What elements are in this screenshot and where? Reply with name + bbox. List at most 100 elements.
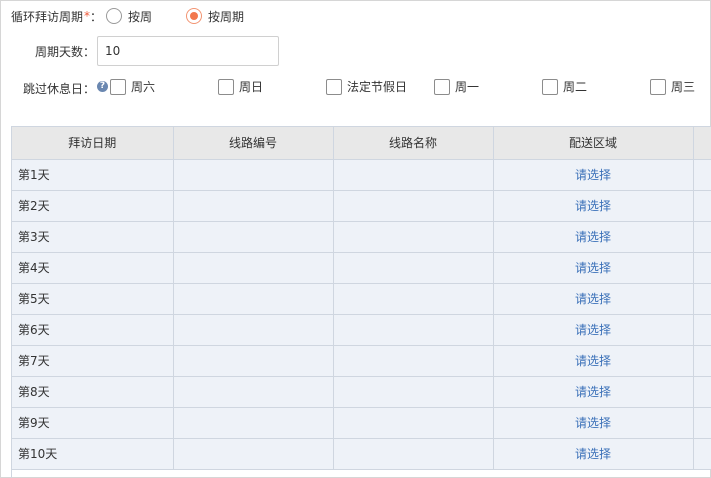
cell-extra [693,438,711,470]
checkbox-monday-label: 周一 [455,80,480,94]
table-row: 第10天 请选择 [12,438,711,470]
cycle-colon: ： [90,9,103,24]
cell-route-no [173,345,334,377]
cell-area-select-link[interactable]: 请选择 [493,252,694,284]
skip-rest-label: 跳过休息日： [23,82,96,96]
checkbox-sunday[interactable]: 周日 [218,78,263,95]
cell-area-select-link[interactable]: 请选择 [493,190,694,222]
cell-extra [693,376,711,408]
checkbox-wednesday[interactable]: 周三 [650,78,695,95]
checkbox-holiday-label: 法定节假日 [347,80,408,94]
cell-visit-date: 第9天 [12,407,174,439]
cell-route-name [333,159,494,191]
radio-by-week[interactable]: 按周 [106,8,152,25]
cell-extra [693,159,711,191]
cell-route-no [173,438,334,470]
checkbox-tuesday-label: 周二 [563,80,588,94]
cell-visit-date: 第1天 [12,159,174,191]
cell-extra [693,221,711,253]
cell-route-name [333,345,494,377]
period-days-label: 周期天数： [35,44,96,59]
checkbox-sunday-label: 周日 [239,80,264,94]
cell-area-select-link[interactable]: 请选择 [493,376,694,408]
checkbox-holiday-box[interactable] [326,78,342,95]
table-row: 第3天 请选择 [12,221,711,253]
cell-route-no [173,159,334,191]
table-row: 第7天 请选择 [12,345,711,377]
cell-route-name [333,221,494,253]
cell-visit-date: 第2天 [12,190,174,222]
cell-route-no [173,407,334,439]
cell-visit-date: 第7天 [12,345,174,377]
cell-area-select-link[interactable]: 请选择 [493,438,694,470]
cycle-row: 循环拜访周期 * ： 按周 按周期 [11,6,244,26]
skip-rest-row: 跳过休息日： ? 周六 周日 法定节假日 周一 周二 周三 [23,78,711,98]
cell-extra [693,407,711,439]
header-delivery-area: 配送区域 [493,127,694,160]
table-header-row: 拜访日期 线路编号 线路名称 配送区域 [12,127,711,160]
cell-route-name [333,376,494,408]
cell-visit-date: 第8天 [12,376,174,408]
cell-area-select-link[interactable]: 请选择 [493,314,694,346]
period-days-input[interactable] [97,36,280,66]
cell-visit-date: 第4天 [12,252,174,284]
table-row: 第5天 请选择 [12,283,711,315]
cell-route-no [173,314,334,346]
help-icon[interactable]: ? [97,81,108,92]
cell-route-name [333,438,494,470]
cell-route-no [173,221,334,253]
period-days-row: 周期天数： [35,36,280,66]
cell-extra [693,283,711,315]
checkbox-holiday[interactable]: 法定节假日 [326,78,407,95]
header-extra [693,127,711,160]
cell-area-select-link[interactable]: 请选择 [493,283,694,315]
checkbox-wednesday-label: 周三 [671,80,696,94]
radio-by-period-label: 按周期 [208,9,245,24]
cell-visit-date: 第6天 [12,314,174,346]
cell-route-no [173,190,334,222]
table-row: 第4天 请选择 [12,252,711,284]
checkbox-monday[interactable]: 周一 [434,78,479,95]
checkbox-tuesday[interactable]: 周二 [542,78,587,95]
checkbox-sunday-box[interactable] [218,78,234,95]
radio-by-period[interactable]: 按周期 [186,8,244,25]
cell-extra [693,345,711,377]
checkbox-wednesday-box[interactable] [650,78,666,95]
checkbox-saturday[interactable]: 周六 [110,78,155,95]
radio-by-week-label: 按周 [128,9,153,24]
cell-route-name [333,252,494,284]
checkbox-monday-box[interactable] [434,78,450,95]
cell-extra [693,190,711,222]
table-row: 第6天 请选择 [12,314,711,346]
table-row: 第1天 请选择 [12,159,711,191]
cell-route-no [173,283,334,315]
table-row: 第2天 请选择 [12,190,711,222]
cell-route-name [333,283,494,315]
cell-route-name [333,190,494,222]
cell-visit-date: 第10天 [12,438,174,470]
table-body: 第1天 请选择 第2天 请选择 第3天 请选择 第4天 请选择 第5天 请选择 第6天 请选择 第7天请… [12,159,711,470]
visit-schedule-table: 拜访日期 线路编号 线路名称 配送区域 第1天 请选择 第2天 请选择 第3天 请选择 第4… [11,126,711,478]
radio-by-period-circle[interactable] [186,8,203,24]
cell-route-name [333,407,494,439]
cell-extra [693,252,711,284]
cell-area-select-link[interactable]: 请选择 [493,407,694,439]
cell-extra [693,314,711,346]
checkbox-saturday-label: 周六 [131,80,156,94]
cell-area-select-link[interactable]: 请选择 [493,159,694,191]
cell-area-select-link[interactable]: 请选择 [493,221,694,253]
header-visit-date: 拜访日期 [12,127,174,160]
cell-route-name [333,314,494,346]
table-row: 第9天 请选择 [12,407,711,439]
radio-by-week-circle[interactable] [106,8,123,24]
cell-visit-date: 第5天 [12,283,174,315]
cell-visit-date: 第3天 [12,221,174,253]
table-row: 第8天 请选择 [12,376,711,408]
header-route-name: 线路名称 [333,127,494,160]
cycle-label: 循环拜访周期 [11,9,84,24]
header-route-no: 线路编号 [173,127,334,160]
checkbox-saturday-box[interactable] [110,78,126,95]
checkbox-tuesday-box[interactable] [542,78,558,95]
cell-area-select-link[interactable]: 请选择 [493,345,694,377]
cell-route-no [173,376,334,408]
